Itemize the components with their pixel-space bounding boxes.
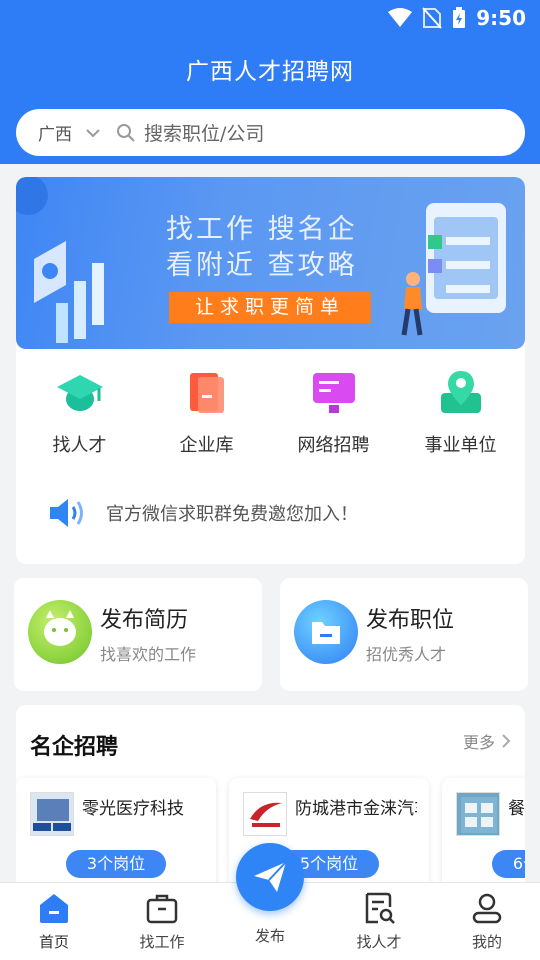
document-search-icon bbox=[365, 892, 395, 924]
banner-line-2: 看附近 查攻略 bbox=[166, 250, 358, 281]
tab-label: 首页 bbox=[38, 933, 69, 951]
status-icons: 9:50 bbox=[388, 6, 526, 30]
tab-label: 我的 bbox=[471, 933, 502, 951]
job-count-badge[interactable]: 3个岗位 bbox=[66, 850, 166, 878]
quick-online-recruit[interactable]: 网络招聘 bbox=[270, 367, 397, 457]
location-person-icon bbox=[440, 371, 481, 413]
resume-subtitle: 找喜欢的工作 bbox=[100, 645, 197, 664]
building-card-icon bbox=[189, 373, 224, 413]
region-selector[interactable]: 广西 bbox=[38, 120, 72, 145]
tab-label: 找工作 bbox=[139, 933, 185, 951]
quick-label: 事业单位 bbox=[424, 435, 497, 456]
graduation-cap-icon bbox=[56, 375, 103, 411]
job-count-badge[interactable]: 6个岗位 bbox=[492, 850, 525, 878]
status-bar: 9:50 bbox=[0, 0, 540, 36]
publish-job-card[interactable]: 发布职位 招优秀人才 bbox=[280, 578, 528, 691]
quick-company-library[interactable]: 企业库 bbox=[143, 367, 270, 457]
company-name: 防城港市金涞汽车 bbox=[295, 799, 417, 819]
home-icon bbox=[40, 894, 68, 923]
user-icon bbox=[472, 893, 502, 924]
company-logo bbox=[243, 792, 287, 836]
promo-banner[interactable]: 找工作 搜名企 看附近 查攻略 让求职更简单 bbox=[16, 177, 525, 349]
header: 广西人才招聘网 广西 搜索职位/公司 bbox=[0, 36, 540, 164]
section-heading: 名企招聘 bbox=[30, 735, 119, 760]
company-card[interactable]: 餐饮连锁 6个岗位 bbox=[442, 778, 525, 898]
job-subtitle: 招优秀人才 bbox=[366, 645, 447, 664]
tab-publish[interactable]: 发布 bbox=[230, 925, 310, 946]
company-name: 餐饮连锁 bbox=[508, 799, 525, 819]
app-title: 广西人才招聘网 bbox=[186, 59, 354, 85]
banner-slogan: 让求职更简单 bbox=[169, 292, 371, 323]
tab-profile[interactable]: 我的 bbox=[447, 891, 527, 952]
quick-grid: 找人才 企业库 网络招聘 事业单位 bbox=[16, 367, 525, 457]
battery-charging-icon bbox=[453, 7, 466, 28]
tab-find-job[interactable]: 找工作 bbox=[122, 891, 202, 952]
quick-label: 企业库 bbox=[179, 435, 234, 456]
quick-label: 网络招聘 bbox=[297, 435, 370, 456]
quick-find-talent[interactable]: 找人才 bbox=[16, 367, 143, 457]
quick-public-institution[interactable]: 事业单位 bbox=[397, 367, 524, 457]
publish-fab[interactable] bbox=[236, 843, 304, 911]
tab-home[interactable]: 首页 bbox=[14, 891, 94, 952]
speaker-icon bbox=[50, 499, 83, 527]
paper-plane-icon bbox=[254, 861, 287, 892]
no-sim-icon bbox=[422, 7, 442, 29]
monitor-icon bbox=[312, 373, 355, 413]
search-input[interactable]: 搜索职位/公司 bbox=[144, 119, 264, 146]
main-card: 找工作 搜名企 看附近 查攻略 让求职更简单 找人才 企业库 网络招聘 事业单位… bbox=[16, 177, 525, 564]
publish-resume-card[interactable]: 发布简历 找喜欢的工作 bbox=[14, 578, 262, 691]
job-title: 发布职位 bbox=[366, 608, 455, 633]
company-logo bbox=[456, 792, 500, 836]
status-time: 9:50 bbox=[476, 6, 526, 30]
tab-label: 找人才 bbox=[356, 933, 402, 951]
tab-find-talent[interactable]: 找人才 bbox=[339, 891, 419, 952]
tab-label: 发布 bbox=[254, 927, 285, 945]
company-card[interactable]: 零光医疗科技 3个岗位 bbox=[16, 778, 216, 898]
notice-text: 官方微信求职群免费邀您加入！ bbox=[106, 504, 358, 525]
resume-title: 发布简历 bbox=[100, 608, 189, 633]
banner-line-1: 找工作 搜名企 bbox=[166, 214, 358, 245]
chevron-down-icon[interactable] bbox=[84, 124, 102, 142]
more-link[interactable]: 更多 bbox=[463, 729, 511, 753]
company-name: 零光医疗科技 bbox=[82, 799, 184, 819]
company-logo bbox=[30, 792, 74, 836]
wechat-notice[interactable]: 官方微信求职群免费邀您加入！ bbox=[48, 497, 358, 529]
folder-icon bbox=[294, 600, 358, 664]
search-bar[interactable]: 广西 搜索职位/公司 bbox=[16, 109, 525, 156]
briefcase-icon bbox=[146, 894, 178, 924]
quick-label: 找人才 bbox=[52, 435, 107, 456]
chevron-right-icon bbox=[502, 734, 511, 748]
wifi-icon bbox=[388, 8, 413, 27]
search-icon bbox=[117, 123, 135, 142]
more-label: 更多 bbox=[462, 733, 495, 752]
resume-avatar-icon bbox=[28, 600, 92, 664]
